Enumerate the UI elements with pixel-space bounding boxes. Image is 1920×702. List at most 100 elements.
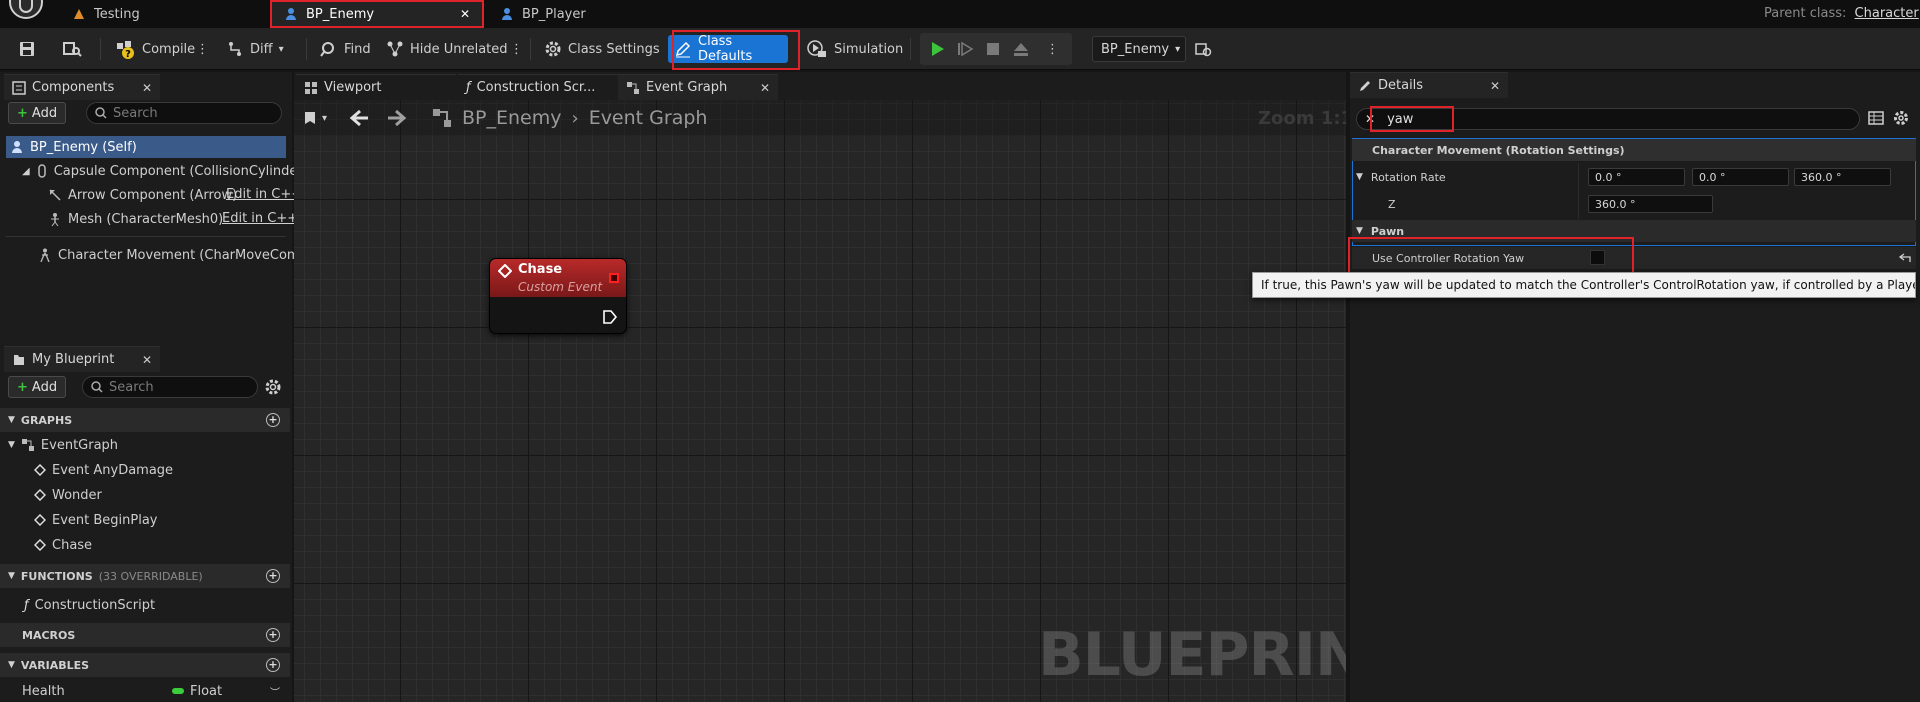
graph-wonder[interactable]: Wonder — [34, 484, 102, 506]
variable-health[interactable]: Health Float ︶ — [22, 680, 288, 702]
category-pawn[interactable]: ▼ Pawn — [1352, 220, 1916, 242]
delegate-pin-icon[interactable] — [609, 273, 619, 283]
step-button[interactable] — [950, 35, 980, 63]
browse-button[interactable] — [56, 35, 88, 63]
component-character-movement[interactable]: Character Movement (CharMoveComp) — [38, 244, 313, 266]
components-title: Components — [32, 80, 115, 95]
event-graph-canvas[interactable]: ▾ BP_Enemy › Event Graph Zoom 1:1 Chase … — [294, 100, 1346, 702]
graph-eventgraph[interactable]: ▼ EventGraph — [8, 434, 118, 456]
settings-gear-icon[interactable] — [264, 378, 282, 396]
compile-button[interactable]: ? Compile — [108, 35, 201, 63]
tab-viewport[interactable]: Viewport — [296, 74, 456, 100]
details-settings-gear-icon[interactable] — [1893, 110, 1909, 126]
graph-event-beginplay[interactable]: Event BeginPlay — [34, 509, 158, 531]
close-icon[interactable]: ✕ — [760, 81, 770, 95]
forward-button[interactable] — [386, 108, 408, 128]
variables-section-header[interactable]: ▼ VARIABLES + — [0, 653, 290, 677]
step-icon — [956, 40, 974, 58]
skeletal-mesh-icon — [48, 212, 62, 226]
simulation-button[interactable]: Simulation — [800, 35, 909, 63]
class-defaults-button[interactable]: Class Defaults — [668, 34, 788, 64]
blueprint-watermark: BLUEPRINT — [1038, 620, 1346, 690]
clear-search-icon[interactable]: ✕ — [1365, 112, 1375, 126]
chase-event-node[interactable]: Chase Custom Event — [489, 258, 627, 334]
add-macro-icon[interactable]: + — [266, 628, 280, 642]
search-icon — [91, 381, 103, 393]
debug-object-value: BP_Enemy — [1101, 41, 1170, 57]
debug-object-select[interactable]: BP_Enemy ▾ — [1092, 36, 1186, 62]
variables-header-label: VARIABLES — [20, 658, 90, 672]
rotation-rate-x-field[interactable]: 0.0 ° — [1588, 168, 1685, 186]
macros-section-header[interactable]: MACROS + — [0, 623, 290, 647]
simulation-icon — [806, 39, 828, 59]
graph-chase[interactable]: Chase — [34, 534, 92, 556]
breadcrumb-root[interactable]: BP_Enemy — [462, 107, 561, 129]
find-button[interactable]: Find — [314, 35, 377, 63]
debug-browse-button[interactable] — [1188, 35, 1218, 63]
add-component-button[interactable]: + Add — [8, 102, 67, 124]
add-function-icon[interactable]: + — [266, 569, 280, 583]
unreal-logo-icon[interactable] — [6, 0, 46, 20]
rotation-rate-y-field[interactable]: 0.0 ° — [1692, 168, 1789, 186]
function-constructionscript[interactable]: ƒ ConstructionScript — [24, 594, 155, 616]
bookmark-button[interactable]: ▾ — [302, 110, 327, 126]
component-arrow[interactable]: Arrow Component (Arrow) — [48, 184, 237, 206]
property-use-controller-rotation-yaw: Use Controller Rotation Yaw — [1352, 247, 1916, 269]
edit-in-cpp-link[interactable]: Edit in C++ — [222, 211, 298, 226]
compile-options-button[interactable]: ⋮ — [190, 35, 215, 63]
components-tab[interactable]: Components ✕ — [4, 74, 160, 100]
save-button[interactable] — [12, 35, 42, 63]
close-icon[interactable]: ✕ — [142, 353, 152, 367]
collapse-arrow-icon[interactable]: ◢ — [22, 166, 30, 177]
collapse-arrow-icon: ▼ — [8, 660, 15, 670]
edit-in-cpp-link[interactable]: Edit in C++ — [226, 187, 302, 202]
details-search-input[interactable]: ✕ yaw — [1356, 108, 1860, 130]
close-icon[interactable]: ✕ — [1490, 79, 1500, 93]
my-blueprint-tab[interactable]: My Blueprint ✕ — [4, 346, 160, 372]
components-search-input[interactable]: Search — [86, 102, 282, 124]
tab-bp-enemy[interactable]: BP_Enemy ✕ — [272, 0, 482, 28]
eject-button[interactable] — [1006, 35, 1036, 63]
my-blueprint-search-input[interactable]: Search — [82, 376, 258, 398]
stop-button[interactable] — [978, 35, 1008, 63]
hide-unrelated-button[interactable]: Hide Unrelated — [380, 35, 514, 63]
parent-class-link[interactable]: Character — [1855, 6, 1919, 21]
hide-unrelated-options-button[interactable]: ⋮ — [504, 35, 529, 63]
exec-output-pin-icon[interactable] — [602, 309, 618, 325]
details-tab[interactable]: Details ✕ — [1350, 72, 1508, 98]
add-variable-icon[interactable]: + — [266, 658, 280, 672]
add-member-button[interactable]: + Add — [8, 376, 67, 398]
component-mesh[interactable]: Mesh (CharacterMesh0) — [48, 208, 223, 230]
rotation-rate-z-field[interactable]: 360.0 ° — [1794, 168, 1891, 186]
close-tab-icon[interactable]: ✕ — [460, 7, 470, 21]
property-label: Use Controller Rotation Yaw — [1372, 251, 1525, 265]
graph-event-anydamage[interactable]: Event AnyDamage — [34, 459, 173, 481]
collapse-arrow-icon[interactable]: ▼ — [1356, 172, 1363, 182]
play-options-button[interactable]: ⋮ — [1040, 35, 1065, 63]
graph-label: Wonder — [52, 487, 102, 503]
back-button[interactable] — [348, 108, 370, 128]
tab-bp-player[interactable]: BP_Player — [488, 0, 598, 28]
compile-label: Compile — [142, 41, 196, 57]
function-label: ConstructionScript — [34, 597, 156, 613]
functions-section-header[interactable]: ▼ FUNCTIONS (33 OVERRIDABLE) + — [0, 564, 290, 588]
graphs-section-header[interactable]: ▼ GRAPHS + — [0, 408, 290, 432]
chevron-down-icon[interactable]: ︶ — [270, 684, 280, 699]
use-controller-rotation-yaw-checkbox[interactable] — [1590, 250, 1605, 265]
close-icon[interactable]: ✕ — [142, 81, 152, 95]
tab-construction-script[interactable]: ƒ Construction Scr... — [458, 74, 618, 100]
diff-button[interactable]: Diff ▾ — [220, 35, 290, 63]
component-self[interactable]: BP_Enemy (Self) — [6, 136, 286, 158]
play-button[interactable] — [922, 35, 952, 63]
character-movement-icon — [38, 248, 52, 262]
class-settings-button[interactable]: Class Settings — [538, 35, 666, 63]
category-character-movement[interactable]: Character Movement (Rotation Settings) — [1352, 139, 1916, 161]
property-matrix-icon[interactable] — [1868, 110, 1884, 126]
toolbar-separator — [530, 38, 531, 60]
rotation-z-field[interactable]: 360.0 ° — [1588, 195, 1713, 213]
tab-testing[interactable]: Testing — [60, 0, 152, 28]
add-graph-icon[interactable]: + — [266, 413, 280, 427]
tab-event-graph[interactable]: Event Graph ✕ — [618, 74, 778, 100]
component-capsule[interactable]: ◢ Capsule Component (CollisionCylinder) — [22, 160, 308, 182]
reset-to-default-icon[interactable] — [1898, 252, 1912, 264]
